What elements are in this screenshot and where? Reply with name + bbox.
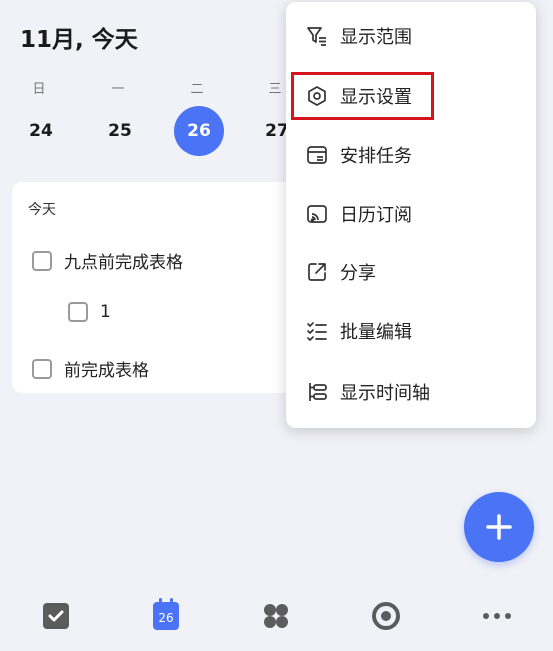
nav-tasks[interactable]	[40, 600, 72, 632]
calendar-icon: 26	[153, 598, 179, 630]
nav-focus[interactable]	[370, 600, 402, 632]
task-item[interactable]: 前完成表格	[32, 356, 149, 381]
date-cell[interactable]: 25	[95, 106, 145, 156]
menu-item-label: 分享	[340, 263, 376, 284]
options-menu: 显示范围 显示设置 安排任务 日历订阅 分享 批量编辑 显示时间轴	[286, 2, 536, 428]
menu-item-label: 显示设置	[340, 87, 412, 108]
menu-item-label: 批量编辑	[340, 322, 412, 343]
nav-calendar[interactable]: 26	[150, 598, 182, 632]
date-cell-selected[interactable]: 26	[174, 106, 224, 156]
menu-item-arrange-tasks[interactable]: 安排任务	[286, 131, 536, 179]
plus-icon	[486, 514, 512, 540]
more-icon	[483, 613, 511, 619]
menu-item-label: 显示时间轴	[340, 383, 430, 404]
grid-icon	[264, 604, 288, 628]
card-title: 今天	[28, 202, 56, 218]
menu-item-label: 显示范围	[340, 27, 412, 48]
display-settings-icon	[305, 84, 329, 108]
weekday-label: 一	[111, 82, 125, 97]
date-cell[interactable]: 24	[16, 106, 66, 156]
add-task-button[interactable]	[464, 492, 534, 562]
menu-item-display-range[interactable]: 显示范围	[286, 12, 536, 60]
task-item[interactable]: 九点前完成表格	[32, 248, 183, 273]
share-icon	[305, 260, 329, 284]
task-label: 九点前完成表格	[64, 253, 183, 273]
task-checkbox[interactable]	[32, 250, 52, 271]
nav-more[interactable]	[481, 600, 513, 632]
task-checkbox-icon	[43, 603, 69, 629]
bottom-nav: 26	[0, 590, 553, 640]
timeline-icon	[305, 380, 329, 404]
task-label: 1	[100, 302, 111, 322]
focus-icon	[372, 602, 400, 630]
menu-item-calendar-subscribe[interactable]: 日历订阅	[286, 190, 536, 238]
task-checkbox[interactable]	[68, 302, 88, 322]
menu-item-batch-edit[interactable]: 批量编辑	[286, 307, 536, 355]
nav-grid[interactable]	[260, 600, 292, 632]
task-label: 前完成表格	[64, 361, 149, 381]
filter-icon	[305, 24, 329, 48]
weekday-label: 日	[32, 82, 46, 97]
arrange-task-icon	[305, 143, 329, 167]
calendar-subscribe-icon	[305, 202, 329, 226]
menu-item-share[interactable]: 分享	[286, 248, 536, 296]
batch-edit-icon	[305, 319, 329, 343]
menu-item-label: 安排任务	[340, 146, 412, 167]
page-title: 11月, 今天	[20, 27, 138, 53]
menu-item-label: 日历订阅	[340, 205, 412, 226]
menu-item-show-timeline[interactable]: 显示时间轴	[286, 368, 536, 416]
task-checkbox[interactable]	[32, 358, 52, 379]
menu-item-display-settings[interactable]: 显示设置	[286, 72, 536, 120]
weekday-label: 二	[190, 82, 204, 97]
today-card: 今天 九点前完成表格 1 前完成表格	[12, 182, 322, 393]
subtask-item[interactable]: 1	[68, 302, 111, 322]
